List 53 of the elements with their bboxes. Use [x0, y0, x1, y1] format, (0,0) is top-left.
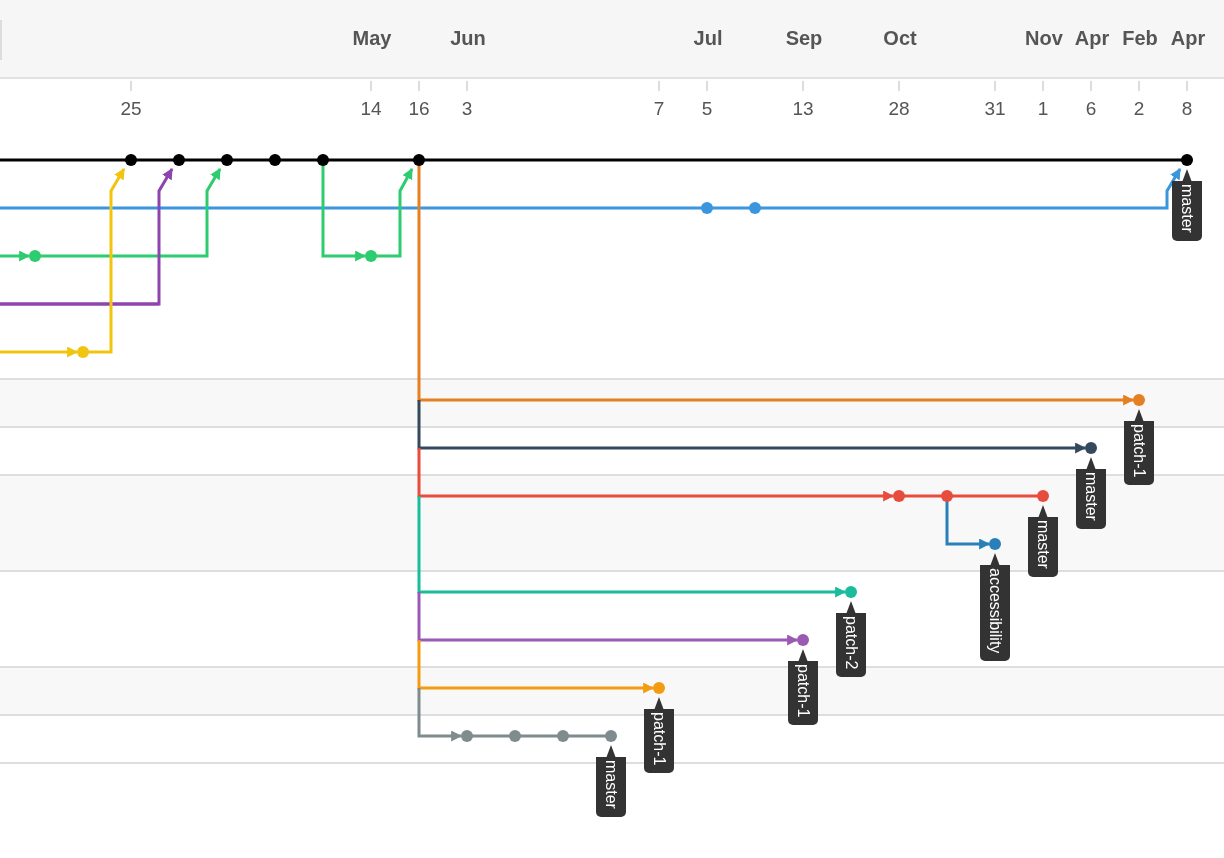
commit-dot[interactable]	[605, 730, 617, 742]
day-label: 8	[1181, 98, 1193, 120]
commit-dot[interactable]	[509, 730, 521, 742]
month-label: Sep	[785, 27, 823, 50]
commit-dot[interactable]	[125, 154, 137, 166]
month-label: Nov	[1025, 27, 1063, 50]
month-label: Apr	[1170, 27, 1206, 50]
branch-tag[interactable]: master	[596, 745, 626, 817]
month-label: May	[352, 27, 392, 50]
commit-dot[interactable]	[173, 154, 185, 166]
commit-dot[interactable]	[557, 730, 569, 742]
commit-dot[interactable]	[1181, 154, 1193, 166]
day-label: 6	[1085, 98, 1097, 120]
commit-dot[interactable]	[317, 154, 329, 166]
day-label: 16	[408, 98, 430, 120]
day-label: 5	[701, 98, 713, 120]
day-label: 13	[792, 98, 814, 120]
commit-dot[interactable]	[701, 202, 713, 214]
commit-dot[interactable]	[1085, 442, 1097, 454]
commit-dot[interactable]	[797, 634, 809, 646]
month-label: Feb	[1122, 27, 1158, 50]
month-label: Apr	[1074, 27, 1110, 50]
day-label: 14	[360, 98, 382, 120]
day-label: 28	[888, 98, 910, 120]
commit-dot[interactable]	[893, 490, 905, 502]
branch-tag[interactable]: master	[1076, 457, 1106, 529]
day-label: 2	[1133, 98, 1145, 120]
day-label: 1	[1037, 98, 1049, 120]
commit-dot[interactable]	[269, 154, 281, 166]
day-label: 3	[461, 98, 473, 120]
commit-dot[interactable]	[77, 346, 89, 358]
commit-dot[interactable]	[1133, 394, 1145, 406]
month-label: Oct	[883, 27, 917, 50]
day-label: 25	[120, 98, 142, 120]
branch-tag[interactable]: patch-2	[836, 601, 866, 678]
commit-dot[interactable]	[221, 154, 233, 166]
branch-tag[interactable]: master	[1172, 169, 1202, 241]
commit-dot[interactable]	[1037, 490, 1049, 502]
commit-dot[interactable]	[941, 490, 953, 502]
month-label: Jul	[693, 27, 723, 50]
commit-dot[interactable]	[845, 586, 857, 598]
commit-dot[interactable]	[989, 538, 1001, 550]
month-label: Jun	[450, 27, 486, 50]
day-label: 7	[653, 98, 665, 120]
commit-dot[interactable]	[29, 250, 41, 262]
commit-dot[interactable]	[461, 730, 473, 742]
commit-dot[interactable]	[749, 202, 761, 214]
day-label: 31	[984, 98, 1006, 120]
commit-dot[interactable]	[365, 250, 377, 262]
commit-dot[interactable]	[653, 682, 665, 694]
commit-dot[interactable]	[413, 154, 425, 166]
branch-tag[interactable]: accessibility	[980, 553, 1010, 662]
branch-tag[interactable]: patch-1	[788, 649, 818, 726]
